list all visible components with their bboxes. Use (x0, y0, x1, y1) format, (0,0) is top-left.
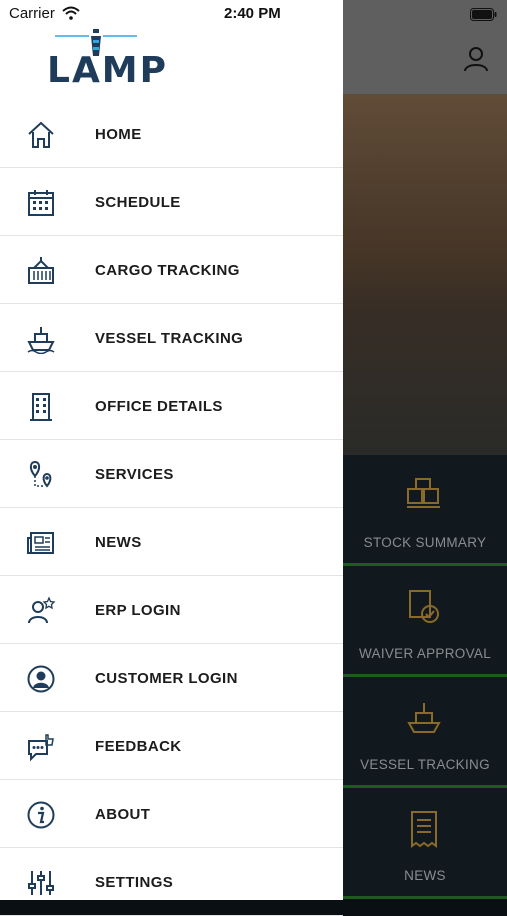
menu-item-customer-login[interactable]: CUSTOMER LOGIN (0, 644, 343, 712)
home-icon (26, 120, 56, 150)
approval-document-icon (409, 590, 439, 623)
cargo-container-icon (26, 256, 56, 286)
drawer-menu: HOME SCHEDULE CARGO TRACKING VESSEL TRAC… (0, 100, 343, 916)
menu-label: CUSTOMER LOGIN (95, 670, 238, 687)
menu-item-vessel-tracking[interactable]: VESSEL TRACKING (0, 304, 343, 372)
menu-item-cargo-tracking[interactable]: CARGO TRACKING (0, 236, 343, 304)
menu-item-erp-login[interactable]: ERP LOGIN (0, 576, 343, 644)
tile-vessel-tracking[interactable]: VESSEL TRACKING (343, 677, 507, 788)
tile-label: STOCK SUMMARY (363, 535, 487, 550)
menu-label: SETTINGS (95, 874, 174, 891)
sliders-icon (26, 868, 56, 898)
dashboard-tiles: STOCK SUMMARY WAIVER APPROVAL VESSEL TRA… (343, 455, 507, 900)
menu-item-settings[interactable]: SETTINGS (0, 848, 343, 916)
navigation-drawer: LAMP HOME SCHEDULE CARGO TRACKING VESSEL… (0, 0, 343, 916)
location-pins-icon (26, 460, 56, 490)
newspaper-icon (26, 528, 56, 558)
menu-item-about[interactable]: ABOUT (0, 780, 343, 848)
profile-icon[interactable] (461, 44, 491, 74)
menu-item-news[interactable]: NEWS (0, 508, 343, 576)
feedback-chat-icon (26, 732, 56, 762)
menu-label: ERP LOGIN (95, 602, 181, 619)
info-icon (26, 800, 56, 830)
menu-item-home[interactable]: HOME (0, 100, 343, 168)
tile-waiver-approval[interactable]: WAIVER APPROVAL (343, 566, 507, 677)
menu-item-schedule[interactable]: SCHEDULE (0, 168, 343, 236)
status-time: 2:40 PM (224, 5, 281, 22)
menu-label: OFFICE DETAILS (95, 398, 223, 415)
wifi-icon (62, 6, 80, 20)
calendar-icon (26, 188, 56, 218)
menu-item-office-details[interactable]: OFFICE DETAILS (0, 372, 343, 440)
battery-icon (470, 8, 497, 21)
menu-label: HOME (95, 126, 142, 143)
ship-icon (26, 324, 56, 355)
tile-label: WAIVER APPROVAL (358, 646, 492, 661)
user-star-icon (26, 596, 56, 626)
status-bar: Carrier 2:40 PM (0, 0, 507, 28)
tile-label: NEWS (404, 868, 446, 883)
building-icon (26, 392, 56, 422)
menu-label: FEEDBACK (95, 738, 182, 755)
menu-label: SERVICES (95, 466, 174, 483)
tile-news[interactable]: NEWS (343, 788, 507, 899)
tile-stock-summary[interactable]: STOCK SUMMARY (343, 455, 507, 566)
user-circle-icon (26, 664, 56, 694)
svg-text:LAMP: LAMP (47, 50, 168, 88)
menu-item-feedback[interactable]: FEEDBACK (0, 712, 343, 780)
menu-label: NEWS (95, 534, 142, 551)
receipt-icon (411, 811, 437, 848)
boxes-icon (407, 478, 440, 508)
menu-label: ABOUT (95, 806, 151, 823)
menu-label: VESSEL TRACKING (95, 330, 244, 347)
ship-location-icon (407, 703, 441, 733)
menu-label: CARGO TRACKING (95, 262, 240, 279)
menu-item-services[interactable]: SERVICES (0, 440, 343, 508)
carrier-label: Carrier (9, 5, 55, 22)
tile-label: VESSEL TRACKING (360, 757, 490, 772)
menu-label: SCHEDULE (95, 194, 181, 211)
